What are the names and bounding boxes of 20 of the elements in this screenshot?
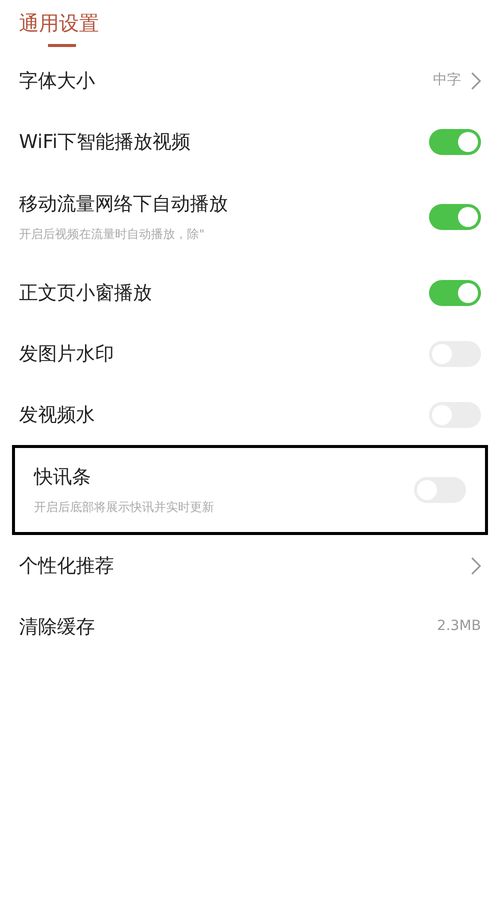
setting-label: 发视频水 [19,402,95,426]
chevron-right-icon [471,556,481,574]
section-title: 通用设置 [19,10,99,36]
setting-label: 快讯条 [34,465,92,489]
toggle-switch[interactable] [429,204,481,230]
setting-label: 字体大小 [19,68,95,92]
setting-label: 清除缓存 [19,614,95,638]
setting-label: WiFi下智能播放视频 [19,130,190,154]
setting-value: 中字 [433,71,461,90]
toggle-switch[interactable] [429,280,481,306]
setting-label: 正文页小窗播放 [19,280,152,304]
chevron-right-icon [471,72,481,90]
setting-label: 个性化推荐 [19,554,114,578]
setting-value: 2.3MB [437,617,481,636]
toggle-switch[interactable] [429,128,481,154]
setting-description: 开启后视频在流量时自动播放，除" [19,226,206,242]
setting-description: 开启后底部将展示快讯并实时更新 [34,499,214,515]
setting-label: 移动流量网络下自动播放 [19,192,228,216]
setting-label: 发图片水印 [19,342,114,366]
title-underline [48,44,76,47]
